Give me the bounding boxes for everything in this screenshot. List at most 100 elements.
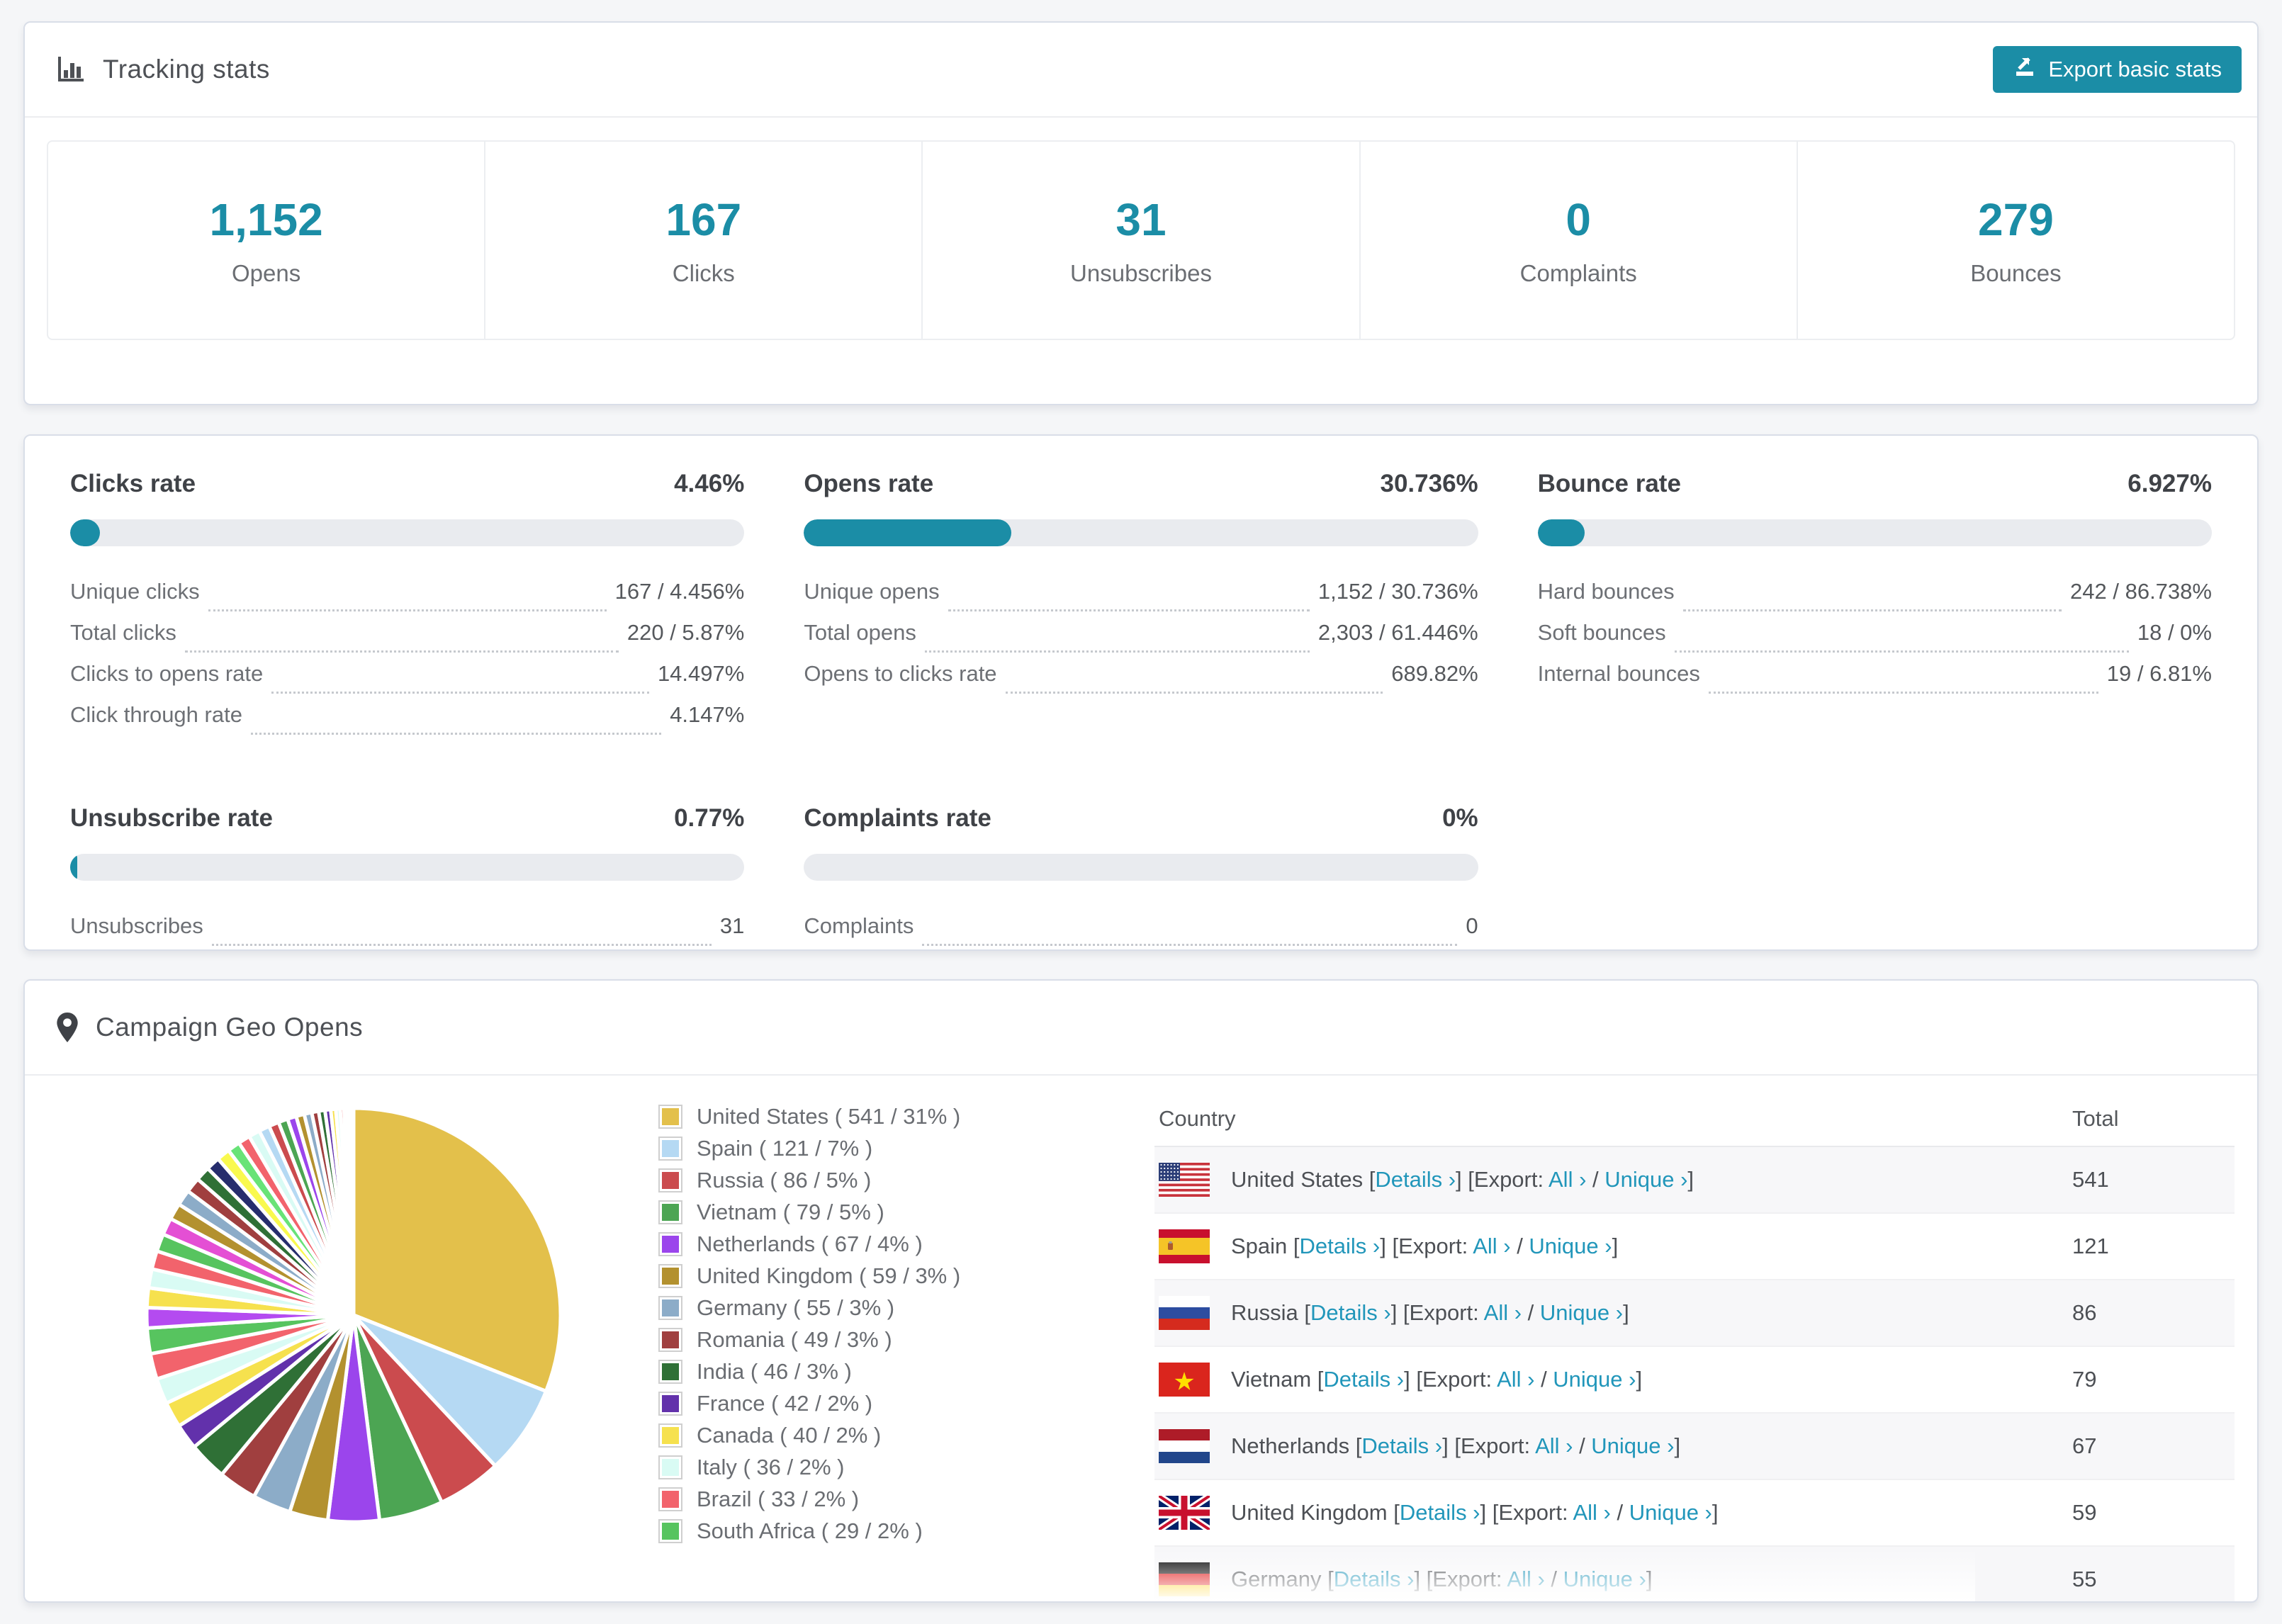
rate-row-internal-bounces: Internal bounces 19 / 6.81% [1538,661,2212,702]
legend-item-united-kingdom: United Kingdom ( 59 / 3% ) [658,1263,1069,1289]
dotted-leader [948,609,1310,611]
export-label: Export: [1398,1234,1473,1258]
dotted-leader [184,650,619,653]
export-unique-link[interactable]: Unique › [1540,1300,1623,1325]
rate-row-value: 220 / 5.87% [626,620,745,645]
progress-bar [1537,519,2212,546]
rate-row-label: Click through rate [70,702,242,727]
legend-swatch-color [662,1268,679,1285]
bracket: ] [1636,1367,1643,1392]
export-all-link[interactable]: All › [1473,1234,1510,1258]
export-all-link[interactable]: All › [1497,1367,1534,1392]
export-basic-stats-button[interactable]: Export basic stats [1993,46,2242,93]
rates-card: Clicks rate 4.46% Unique clicks 167 / 4.456… [23,434,2259,951]
country-cell: United Kingdom [Details ›] [Export: All … [1154,1479,2068,1547]
legend-swatch [658,1296,682,1320]
slash-separator: / [1610,1500,1629,1525]
column-header-country: Country [1154,1091,2068,1147]
dotted-leader [922,944,1458,946]
country-text: Spain [Details ›] [Export: All › / Uniqu… [1231,1234,1618,1259]
export-all-link[interactable]: All › [1507,1567,1544,1591]
map-pin-icon [56,1012,79,1043]
stat-label: Clicks [672,260,735,286]
geo-table-wrap: Country Total United States [Details ›] … [1154,1091,2235,1601]
bracket: [ [1327,1567,1334,1591]
stat-label: Complaints [1519,260,1637,286]
rate-value: 6.927% [2128,470,2212,497]
legend-swatch-color [662,1331,679,1348]
rate-rows: Unsubscribes 31 [70,913,744,954]
bracket: ] [1623,1300,1629,1325]
export-unique-link[interactable]: Unique › [1553,1367,1636,1392]
details-link[interactable]: Details › [1361,1433,1442,1458]
export-all-link[interactable]: All › [1548,1167,1586,1192]
legend-label: Italy ( 36 / 2% ) [697,1455,845,1479]
export-all-link[interactable]: All › [1484,1300,1522,1325]
bracket: [ [1293,1234,1300,1258]
rate-block-complaints-rate: Complaints rate 0% Complaints 0 [804,804,1478,954]
rate-head: Bounce rate 6.927% [1538,470,2212,498]
dotted-leader [211,944,712,946]
export-unique-link[interactable]: Unique › [1591,1433,1674,1458]
legend-item-romania: Romania ( 49 / 3% ) [658,1327,1069,1353]
tracking-stats-title: Tracking stats [56,55,270,84]
dotted-leader [924,650,1310,653]
details-link[interactable]: Details › [1334,1567,1415,1591]
legend-item-spain: Spain ( 121 / 7% ) [658,1136,1069,1161]
legend-label: Romania ( 49 / 3% ) [697,1327,892,1352]
bracket: ] [ [1480,1500,1499,1525]
rate-row-label: Opens to clicks rate [804,661,997,686]
geo-title: Campaign Geo Opens [56,1012,363,1043]
progress-bar-fill [70,519,101,546]
details-link[interactable]: Details › [1375,1167,1456,1192]
details-link[interactable]: Details › [1323,1367,1404,1392]
export-label: Export: [1473,1167,1548,1192]
progress-bar [70,854,745,881]
united-states-flag-icon [1159,1163,1210,1197]
campaign-geo-opens-card: Campaign Geo Opens United States ( 541 /… [23,979,2259,1603]
rate-value: 4.46% [674,470,745,497]
export-unique-link[interactable]: Unique › [1529,1234,1612,1258]
rate-title: Clicks rate [70,470,196,497]
dotted-leader [1708,692,2098,694]
rate-row-value: 167 / 4.456% [614,579,745,604]
details-link[interactable]: Details › [1300,1234,1381,1258]
bar-chart-icon [56,55,86,84]
rate-row-label: Unique clicks [70,579,200,604]
export-unique-link[interactable]: Unique › [1629,1500,1712,1525]
legend-swatch [658,1519,682,1543]
country-cell: Germany [Details ›] [Export: All › / Uni… [1154,1546,2068,1601]
rate-row-value: 4.147% [670,702,745,727]
rate-row-soft-bounces: Soft bounces 18 / 0% [1538,620,2212,661]
legend-label: France ( 42 / 2% ) [697,1391,873,1416]
rate-value: 0% [1442,804,1478,832]
country-cell: Vietnam [Details ›] [Export: All › / Uni… [1154,1346,2068,1414]
total-cell: 67 [2068,1413,2235,1480]
export-unique-link[interactable]: Unique › [1604,1167,1687,1192]
geo-header: Campaign Geo Opens [25,981,2257,1076]
dotted-leader [208,609,607,611]
details-link[interactable]: Details › [1400,1500,1480,1525]
export-label: Export: [1409,1300,1484,1325]
rates-grid: Clicks rate 4.46% Unique clicks 167 / 4.456… [25,436,2257,954]
country-cell: Spain [Details ›] [Export: All › / Uniqu… [1154,1213,2068,1280]
export-all-link[interactable]: All › [1573,1500,1610,1525]
export-button-label: Export basic stats [2048,57,2222,81]
rate-value: 30.736% [1380,470,1478,497]
progress-bar-fill [1537,519,1585,546]
export-unique-link[interactable]: Unique › [1563,1567,1646,1591]
united-kingdom-flag-icon [1159,1496,1210,1530]
country-name: Russia [1231,1300,1305,1325]
tracking-stats-page: { "accent": "#1b8da6", "link_color": "#2… [0,0,2282,1624]
legend-item-canada: Canada ( 40 / 2% ) [658,1423,1069,1448]
rate-title: Bounce rate [1537,470,1681,497]
netherlands-flag-icon [1159,1429,1210,1463]
country-name: Vietnam [1231,1367,1317,1392]
rate-row-label: Internal bounces [1537,661,1700,686]
export-label: Export: [1422,1367,1497,1392]
details-link[interactable]: Details › [1310,1300,1391,1325]
geo-table: Country Total United States [Details ›] … [1154,1091,2235,1601]
geo-table-row-united-kingdom: United Kingdom [Details ›] [Export: All … [1154,1479,2235,1547]
export-all-link[interactable]: All › [1535,1433,1573,1458]
legend-swatch [658,1105,682,1129]
